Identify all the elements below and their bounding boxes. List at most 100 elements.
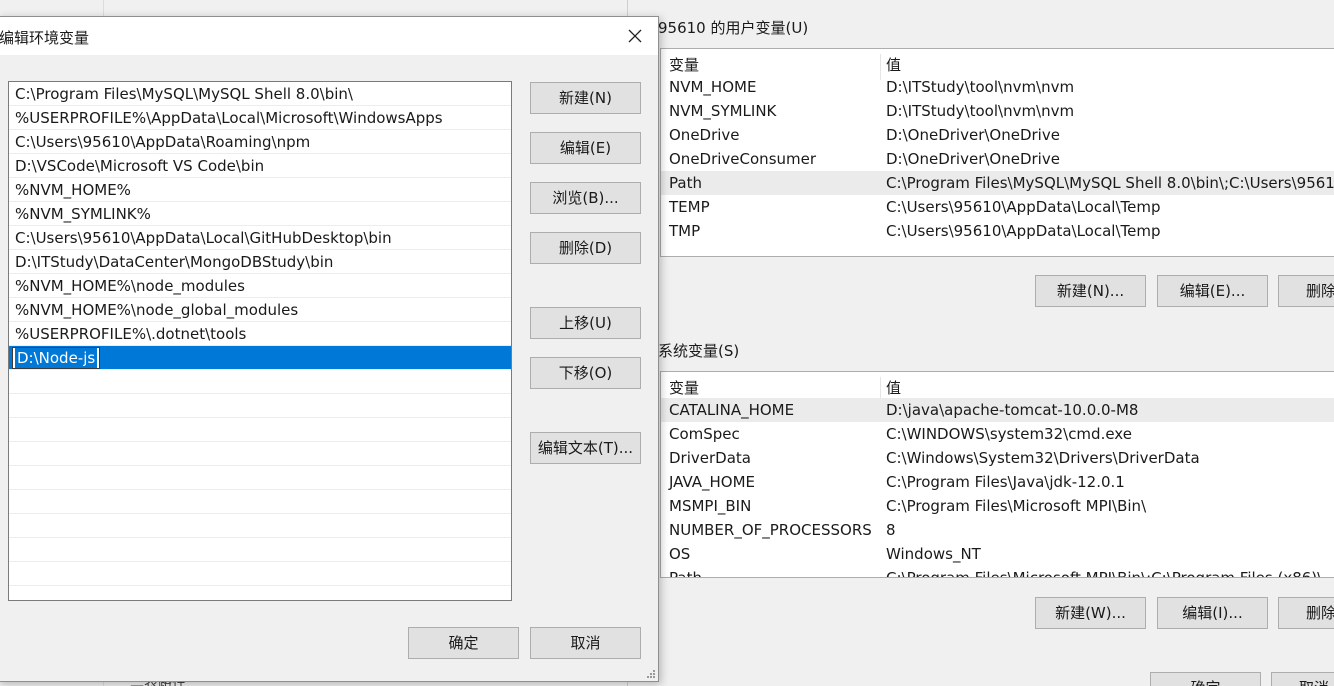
- path-row[interactable]: %USERPROFILE%\AppData\Local\Microsoft\Wi…: [9, 106, 511, 130]
- path-row-text: %NVM_SYMLINK%: [15, 205, 151, 223]
- variable-name: MSMPI_BIN: [669, 497, 752, 515]
- variable-name: CATALINA_HOME: [669, 401, 795, 419]
- variable-value: C:\Program Files\MySQL\MySQL Shell 8.0\b…: [886, 174, 1334, 192]
- variable-value: D:\OneDriver\OneDrive: [886, 150, 1060, 168]
- variable-name: JAVA_HOME: [669, 473, 756, 491]
- path-row[interactable]: C:\Program Files\MySQL\MySQL Shell 8.0\b…: [9, 82, 511, 106]
- variable-value: C:\WINDOWS\system32\cmd.exe: [886, 425, 1132, 443]
- path-row[interactable]: %USERPROFILE%\.dotnet\tools: [9, 322, 511, 346]
- path-row-empty[interactable]: [9, 490, 511, 514]
- path-edit-field[interactable]: D:\Node-js: [12, 347, 101, 369]
- resize-grip-icon[interactable]: [646, 669, 656, 679]
- system-new-button[interactable]: 新建(W)...: [1035, 597, 1146, 629]
- path-row[interactable]: %NVM_HOME%\node_global_modules: [9, 298, 511, 322]
- variable-row[interactable]: NVM_SYMLINK D:\ITStudy\tool\nvm\nvm: [661, 99, 1334, 123]
- dialog-titlebar[interactable]: 编辑环境变量: [0, 17, 658, 55]
- path-row[interactable]: C:\Users\95610\AppData\Local\GitHubDeskt…: [9, 226, 511, 250]
- user-new-button[interactable]: 新建(N)...: [1035, 275, 1146, 307]
- variable-name: OneDriveConsumer: [669, 150, 817, 168]
- path-row[interactable]: D:\VSCode\Microsoft VS Code\bin: [9, 154, 511, 178]
- path-row[interactable]: %NVM_SYMLINK%: [9, 202, 511, 226]
- variable-name: DriverData: [669, 449, 751, 467]
- path-row-text: D:\ITStudy\DataCenter\MongoDBStudy\bin: [15, 253, 334, 271]
- system-variables-title: 系统变量(S): [658, 342, 740, 360]
- system-edit-button[interactable]: 编辑(I)...: [1157, 597, 1268, 629]
- user-variables-title: 95610 的用户变量(U): [658, 19, 809, 37]
- path-row-empty[interactable]: [9, 394, 511, 418]
- variable-name: Path: [669, 174, 702, 192]
- new-button[interactable]: 新建(N): [530, 82, 641, 114]
- variable-name: TMP: [669, 222, 701, 240]
- variable-name: NVM_HOME: [669, 78, 757, 96]
- variable-row[interactable]: DriverData C:\Windows\System32\Drivers\Dr…: [661, 446, 1334, 470]
- variable-value: D:\ITStudy\tool\nvm\nvm: [886, 78, 1075, 96]
- variable-name: TEMP: [669, 198, 710, 216]
- path-row-text: %NVM_HOME%\node_global_modules: [15, 301, 299, 319]
- variable-row[interactable]: Path C:\Program Files\Microsoft MPI\Bin\;…: [661, 566, 1334, 578]
- close-button[interactable]: [618, 21, 652, 51]
- system-variables-table[interactable]: 变量 值 CATALINA_HOME D:\java\apache-tomcat-…: [660, 371, 1334, 578]
- variable-value: C:\Windows\System32\Drivers\DriverData: [886, 449, 1200, 467]
- variable-row[interactable]: NUMBER_OF_PROCESSORS 8: [661, 518, 1334, 542]
- path-row[interactable]: %NVM_HOME%: [9, 178, 511, 202]
- edit-button[interactable]: 编辑(E): [530, 132, 641, 164]
- path-list[interactable]: C:\Program Files\MySQL\MySQL Shell 8.0\b…: [8, 81, 512, 601]
- path-row-empty[interactable]: [9, 418, 511, 442]
- variable-name: NUMBER_OF_PROCESSORS: [669, 521, 872, 539]
- variable-value: D:\OneDriver\OneDrive: [886, 126, 1060, 144]
- user-edit-button[interactable]: 编辑(E)...: [1157, 275, 1268, 307]
- path-row-empty[interactable]: [9, 562, 511, 586]
- path-row-editing[interactable]: D:\Node-js: [9, 346, 511, 370]
- user-variables-table[interactable]: 变量 值 NVM_HOME D:\ITStudy\tool\nvm\nvm NVM_…: [660, 48, 1334, 257]
- column-header-variable[interactable]: 变量: [669, 377, 699, 398]
- column-header-value[interactable]: 值: [886, 377, 901, 398]
- path-row-empty[interactable]: [9, 370, 511, 394]
- variable-value: C:\Users\95610\AppData\Local\Temp: [886, 198, 1161, 216]
- path-row-empty[interactable]: [9, 538, 511, 562]
- variable-value: Windows_NT: [886, 545, 981, 563]
- path-row-text: %NVM_HOME%\node_modules: [15, 277, 245, 295]
- variable-row[interactable]: OneDriveConsumer D:\OneDriver\OneDrive: [661, 147, 1334, 171]
- path-row-empty[interactable]: [9, 442, 511, 466]
- variable-row[interactable]: MSMPI_BIN C:\Program Files\Microsoft MPI\…: [661, 494, 1334, 518]
- variable-row[interactable]: TEMP C:\Users\95610\AppData\Local\Temp: [661, 195, 1334, 219]
- variable-value: C:\Program Files\Java\jdk-12.0.1: [886, 473, 1125, 491]
- variable-value: D:\java\apache-tomcat-10.0.0-M8: [886, 401, 1139, 419]
- ok-button[interactable]: 确定: [408, 627, 519, 659]
- variable-value: C:\Users\95610\AppData\Local\Temp: [886, 222, 1161, 240]
- variable-value: 8: [886, 521, 896, 539]
- cancel-button[interactable]: 取消: [530, 627, 641, 659]
- close-icon: [628, 29, 642, 43]
- variable-row[interactable]: OneDrive D:\OneDriver\OneDrive: [661, 123, 1334, 147]
- path-row-empty[interactable]: [9, 514, 511, 538]
- env-ok-button[interactable]: 确定: [1150, 672, 1261, 686]
- browse-button[interactable]: 浏览(B)...: [530, 182, 641, 214]
- variable-name: OS: [669, 545, 691, 563]
- env-cancel-button[interactable]: 取消: [1271, 672, 1334, 686]
- variable-value: C:\Program Files\Microsoft MPI\Bin\;C:\P…: [886, 569, 1334, 578]
- variable-row[interactable]: Path C:\Program Files\MySQL\MySQL Shell 8…: [661, 171, 1334, 195]
- variable-row[interactable]: OS Windows_NT: [661, 542, 1334, 566]
- variable-row[interactable]: JAVA_HOME C:\Program Files\Java\jdk-12.0.…: [661, 470, 1334, 494]
- path-row[interactable]: D:\ITStudy\DataCenter\MongoDBStudy\bin: [9, 250, 511, 274]
- move-down-button[interactable]: 下移(O): [530, 357, 641, 389]
- path-row[interactable]: C:\Users\95610\AppData\Roaming\npm: [9, 130, 511, 154]
- variable-row[interactable]: NVM_HOME D:\ITStudy\tool\nvm\nvm: [661, 75, 1334, 99]
- variable-row[interactable]: TMP C:\Users\95610\AppData\Local\Temp: [661, 219, 1334, 243]
- system-delete-button[interactable]: 删除: [1278, 597, 1334, 629]
- edit-text-button[interactable]: 编辑文本(T)...: [530, 432, 641, 464]
- delete-button[interactable]: 删除(D): [530, 232, 641, 264]
- variable-value: C:\Program Files\Microsoft MPI\Bin\: [886, 497, 1147, 515]
- user-delete-button[interactable]: 删除: [1278, 275, 1334, 307]
- variable-row[interactable]: CATALINA_HOME D:\java\apache-tomcat-10.0.…: [661, 398, 1334, 422]
- column-header-value[interactable]: 值: [886, 54, 901, 75]
- path-row-text: D:\VSCode\Microsoft VS Code\bin: [15, 157, 265, 175]
- move-up-button[interactable]: 上移(U): [530, 307, 641, 339]
- column-header-variable[interactable]: 变量: [669, 54, 699, 75]
- variable-row[interactable]: ComSpec C:\WINDOWS\system32\cmd.exe: [661, 422, 1334, 446]
- path-row-text: %USERPROFILE%\AppData\Local\Microsoft\Wi…: [15, 109, 443, 127]
- path-row[interactable]: %NVM_HOME%\node_modules: [9, 274, 511, 298]
- path-row-text: C:\Users\95610\AppData\Roaming\npm: [15, 133, 311, 151]
- path-row-empty[interactable]: [9, 466, 511, 490]
- variable-name: OneDrive: [669, 126, 740, 144]
